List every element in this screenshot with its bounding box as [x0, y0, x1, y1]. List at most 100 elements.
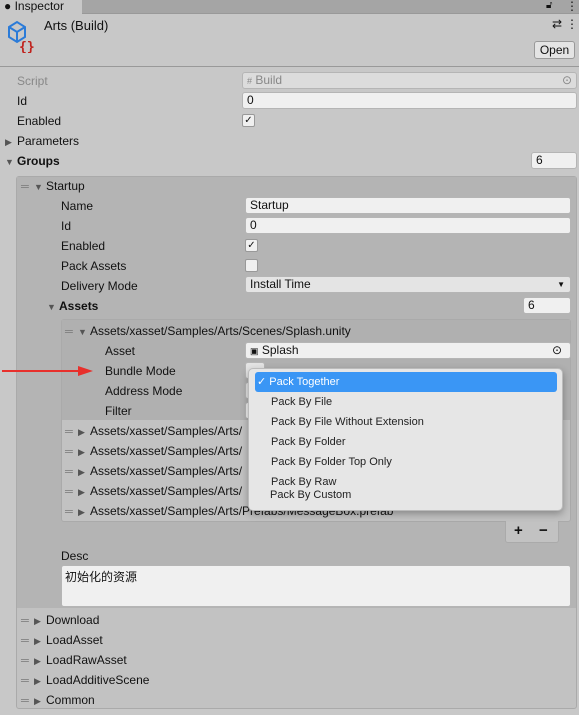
asset-row[interactable]: ═ ▶ Assets/xasset/Samples/Arts/ [65, 461, 242, 481]
id-input[interactable]: 0 [242, 92, 577, 109]
option-pack-by-folder[interactable]: Pack By Folder [255, 432, 557, 452]
tab-title: Inspector [14, 0, 64, 13]
list-buttons: + − [505, 521, 559, 543]
group-enabled-label: Enabled [61, 239, 106, 253]
group-title: Download [46, 613, 100, 627]
dropdown-arrow-icon: ▼ [557, 280, 565, 289]
asset-row-path: Assets/xasset/Samples/Arts/ [90, 484, 243, 498]
group-title: LoadAsset [46, 633, 103, 647]
open-button[interactable]: Open [534, 41, 575, 59]
triangle-down-icon: ▼ [5, 157, 14, 167]
asset-row[interactable]: ═ ▶ Assets/xasset/Samples/Arts/ [65, 481, 242, 501]
delivery-mode-value: Install Time [250, 277, 311, 291]
pack-assets-checkbox[interactable] [245, 259, 258, 272]
triangle-right-icon: ▶ [34, 696, 41, 706]
divider [0, 66, 579, 67]
triangle-down-icon: ▼ [78, 327, 87, 337]
option-label: Pack Together [269, 376, 340, 388]
asset-row-path: Assets/xasset/Samples/Arts/ [90, 444, 243, 458]
id-label: Id [17, 94, 28, 108]
asset-field[interactable]: ▣ Splash ⊙ [245, 342, 571, 359]
drag-handle-icon[interactable]: ═ [65, 442, 78, 462]
settings-sliders-icon[interactable]: ⇄ [552, 17, 562, 31]
drag-handle-icon[interactable]: ═ [65, 502, 78, 522]
triangle-right-icon: ▶ [78, 427, 85, 437]
assets-size-input[interactable]: 6 [523, 297, 571, 314]
drag-handle-icon[interactable]: ═ [65, 482, 78, 502]
object-picker-icon[interactable]: ⊙ [552, 343, 562, 358]
option-pack-by-file[interactable]: Pack By File [255, 392, 557, 412]
triangle-right-icon: ▶ [78, 447, 85, 457]
asset-row-path: Assets/xasset/Samples/Arts/ [90, 424, 243, 438]
remove-button[interactable]: − [539, 522, 548, 539]
drag-handle-icon[interactable]: ═ [21, 651, 34, 671]
delivery-mode-dropdown[interactable]: Install Time ▼ [245, 276, 571, 293]
name-input[interactable]: Startup [245, 197, 571, 214]
info-icon: ● [4, 0, 12, 13]
option-pack-by-folder-top-only[interactable]: Pack By Folder Top Only [255, 452, 557, 472]
assets-foldout[interactable]: ▼ Assets [47, 296, 98, 316]
enabled-label: Enabled [17, 114, 62, 128]
assets-label: Assets [59, 299, 99, 313]
group-enabled-checkbox[interactable]: ✓ [245, 239, 258, 252]
lock-icon[interactable]: 🔓︎ [546, 0, 552, 11]
script-value: Build [255, 73, 283, 87]
filter-label: Filter [105, 404, 132, 418]
triangle-right-icon: ▶ [5, 137, 12, 147]
drag-handle-icon[interactable]: ═ [65, 462, 78, 482]
triangle-right-icon: ▶ [34, 656, 41, 666]
drag-handle-icon[interactable]: ═ [21, 611, 34, 631]
group-title: Startup [46, 179, 85, 193]
menu-icon[interactable]: ⋮ [566, 0, 578, 13]
asset-path: Assets/xasset/Samples/Arts/Scenes/Splash… [90, 324, 351, 338]
group-loadrawasset[interactable]: ═ ▶ LoadRawAsset [21, 650, 127, 670]
group-loadadditivescene[interactable]: ═ ▶ LoadAdditiveScene [21, 670, 149, 690]
tab-inspector[interactable]: ● Inspector [0, 0, 82, 14]
asset-item-header[interactable]: ═ ▼ Assets/xasset/Samples/Arts/Scenes/Spla… [65, 321, 351, 341]
option-pack-by-file-without-extension[interactable]: Pack By File Without Extension [255, 412, 557, 432]
triangle-right-icon: ▶ [34, 676, 41, 686]
script-label: Script [17, 74, 48, 88]
script-file-icon: # [247, 76, 253, 86]
groups-foldout[interactable]: ▼ Groups [5, 151, 60, 171]
triangle-right-icon: ▶ [34, 636, 41, 646]
group-download[interactable]: ═ ▶ Download [21, 610, 99, 630]
drag-handle-icon[interactable]: ═ [21, 177, 34, 197]
checkmark-icon: ✓ [257, 376, 267, 388]
group-title: LoadRawAsset [46, 653, 127, 667]
object-picker-icon[interactable]: ⊙ [562, 73, 572, 88]
drag-handle-icon[interactable]: ═ [21, 631, 34, 651]
enabled-checkbox[interactable]: ✓ [242, 114, 255, 127]
group-common[interactable]: ═ ▶ Common [21, 690, 95, 710]
group-startup-header[interactable]: ═ ▼ Startup [21, 176, 85, 196]
group-title: Common [46, 693, 95, 707]
annotation-arrow-icon [2, 366, 93, 376]
add-button[interactable]: + [514, 522, 523, 539]
desc-textarea[interactable]: 初始化的资源 [61, 565, 571, 607]
group-id-input[interactable]: 0 [245, 217, 571, 234]
desc-label: Desc [61, 549, 89, 563]
asset-label: Asset [105, 344, 136, 358]
triangle-right-icon: ▶ [78, 507, 85, 517]
groups-label: Groups [17, 154, 60, 168]
scene-icon: ▣ [250, 346, 259, 356]
option-pack-together[interactable]: ✓ Pack Together [255, 372, 557, 392]
asset-row[interactable]: ═ ▶ Assets/xasset/Samples/Arts/ [65, 441, 242, 461]
svg-text:{}: {} [19, 40, 35, 53]
drag-handle-icon[interactable]: ═ [65, 322, 78, 342]
more-icon[interactable]: ⋮ [566, 17, 578, 31]
drag-handle-icon[interactable]: ═ [65, 422, 78, 442]
triangle-right-icon: ▶ [34, 616, 41, 626]
parameters-foldout[interactable]: ▶ Parameters [5, 131, 79, 151]
asset-row[interactable]: ═ ▶ Assets/xasset/Samples/Arts/ [65, 421, 242, 441]
group-loadasset[interactable]: ═ ▶ LoadAsset [21, 630, 103, 650]
asset-row-path: Assets/xasset/Samples/Arts/ [90, 464, 243, 478]
tab-bar: ● Inspector 🔓︎ ⋮ [0, 0, 579, 14]
groups-size-input[interactable]: 6 [531, 152, 577, 169]
drag-handle-icon[interactable]: ═ [21, 671, 34, 691]
drag-handle-icon[interactable]: ═ [21, 691, 34, 711]
parameters-label: Parameters [17, 134, 80, 148]
option-pack-by-custom[interactable]: Pack By Custom [254, 485, 556, 505]
bundle-mode-label: Bundle Mode [105, 364, 176, 378]
script-field[interactable]: # Build ⊙ [242, 72, 577, 89]
